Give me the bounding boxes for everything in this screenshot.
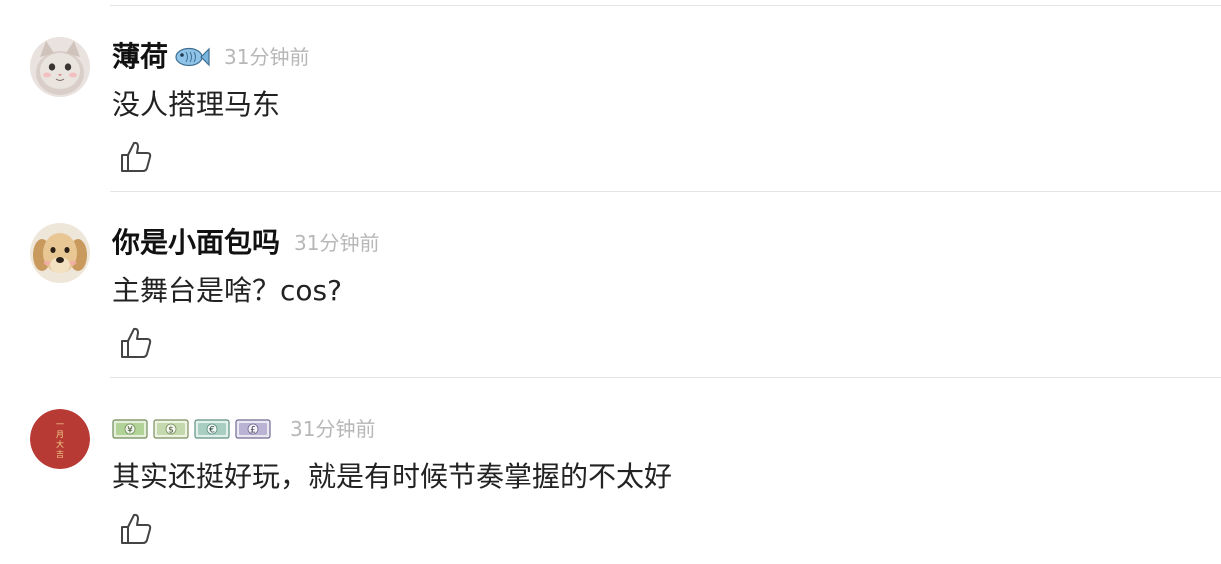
fish-icon xyxy=(174,46,210,68)
euro-banknote-icon: € xyxy=(194,417,230,441)
comment-header: 你是小面包吗 31分钟前 xyxy=(112,223,379,263)
thumbs-up-icon xyxy=(121,513,152,544)
pound-banknote-icon: £ xyxy=(235,417,271,441)
username-badges[interactable]: ¥ $ € £ xyxy=(112,417,276,441)
yen-banknote-icon: ¥ xyxy=(112,417,148,441)
svg-text:$: $ xyxy=(168,426,174,436)
comment-item: 你是小面包吗 31分钟前 主舞台是啥？cos? xyxy=(0,191,1221,378)
user-avatar[interactable]: 一 月 大 吉 xyxy=(30,409,90,469)
svg-text:¥: ¥ xyxy=(127,426,133,436)
svg-text:£: £ xyxy=(250,426,256,436)
username[interactable]: 薄荷 xyxy=(112,37,168,77)
comment-text: 主舞台是啥？cos? xyxy=(112,274,342,307)
comment-header: ¥ $ € £ 31分钟前 xyxy=(112,409,375,449)
username[interactable]: 你是小面包吗 xyxy=(112,223,280,263)
thumbs-up-icon xyxy=(121,141,152,172)
user-avatar[interactable] xyxy=(30,223,90,283)
svg-text:大: 大 xyxy=(56,439,64,449)
like-button[interactable] xyxy=(118,325,154,361)
svg-text:吉: 吉 xyxy=(56,450,64,459)
comment-timestamp: 31分钟前 xyxy=(224,45,310,69)
comment-timestamp: 31分钟前 xyxy=(290,417,376,441)
like-button[interactable] xyxy=(118,511,154,547)
dollar-banknote-icon: $ xyxy=(153,417,189,441)
comment-text: 其实还挺好玩，就是有时候节奏掌握的不太好 xyxy=(112,460,673,493)
comment-item: 薄荷 31分钟前 没人搭理马东 xyxy=(0,5,1221,192)
like-button[interactable] xyxy=(118,139,154,175)
svg-text:月: 月 xyxy=(56,430,64,439)
comment-item: 一 月 大 吉 ¥ $ € £ 31分钟前 其实还挺好玩，就是有时候节奏掌握的不… xyxy=(0,377,1221,564)
user-avatar[interactable] xyxy=(30,37,90,97)
comment-header: 薄荷 31分钟前 xyxy=(112,37,309,77)
thumbs-up-icon xyxy=(121,327,152,358)
comment-timestamp: 31分钟前 xyxy=(294,231,380,255)
svg-text:€: € xyxy=(209,426,215,436)
comment-text: 没人搭理马东 xyxy=(112,88,281,121)
avatar-seal-text: 一 xyxy=(56,420,64,429)
